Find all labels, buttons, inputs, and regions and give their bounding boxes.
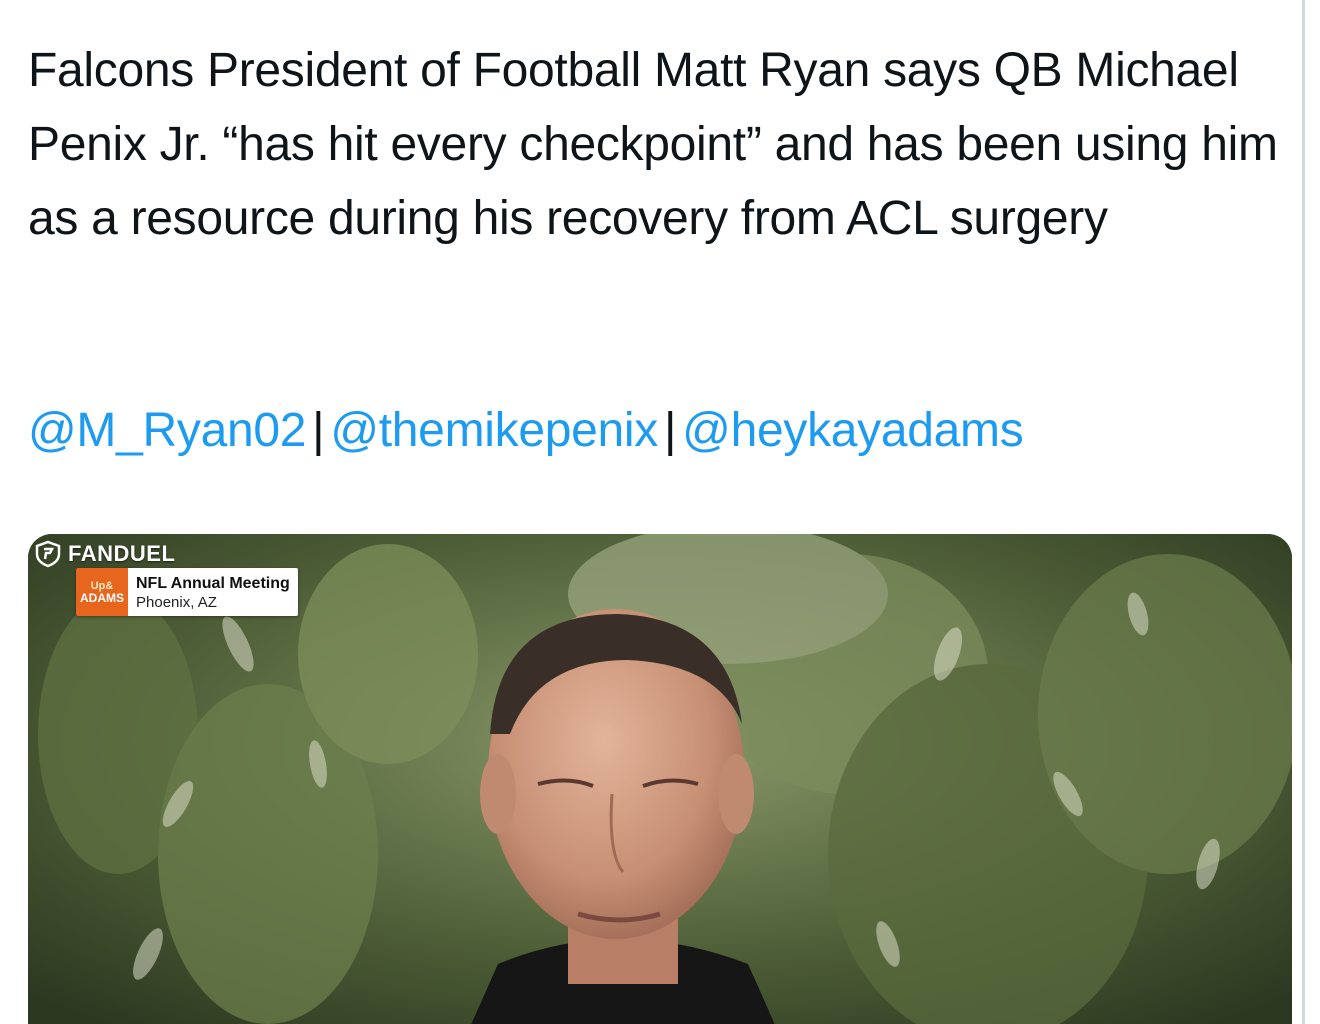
mention-separator: | [663,404,677,457]
event-location: Phoenix, AZ [136,593,217,611]
show-logo-line2: ADAMS [80,591,124,605]
mention-link-themikepenix[interactable]: @themikepenix [330,404,658,457]
video-thumbnail[interactable]: FANDUEL Up& ADAMS NFL Annual Meeting Pho… [28,534,1292,1024]
tweet-text: Falcons President of Football Matt Ryan … [28,44,1278,245]
fanduel-label: FANDUEL [68,541,176,566]
event-info: NFL Annual Meeting Phoenix, AZ [128,568,298,616]
event-lower-third: Up& ADAMS NFL Annual Meeting Phoenix, AZ [76,568,298,616]
mention-link-m-ryan02[interactable]: @M_Ryan02 [28,404,306,457]
fanduel-brand: FANDUEL [34,540,175,568]
mention-separator: | [312,404,325,457]
fanduel-shield-icon [35,540,61,568]
event-title: NFL Annual Meeting [136,574,290,592]
up-and-adams-logo: Up& ADAMS [76,568,128,616]
mention-link-heykayadams[interactable]: @heykayadams [682,404,1024,457]
scrollbar-divider [1302,0,1305,1024]
mentions-line: @M_Ryan02 | @themikepenix | @heykayadams [28,394,1024,468]
